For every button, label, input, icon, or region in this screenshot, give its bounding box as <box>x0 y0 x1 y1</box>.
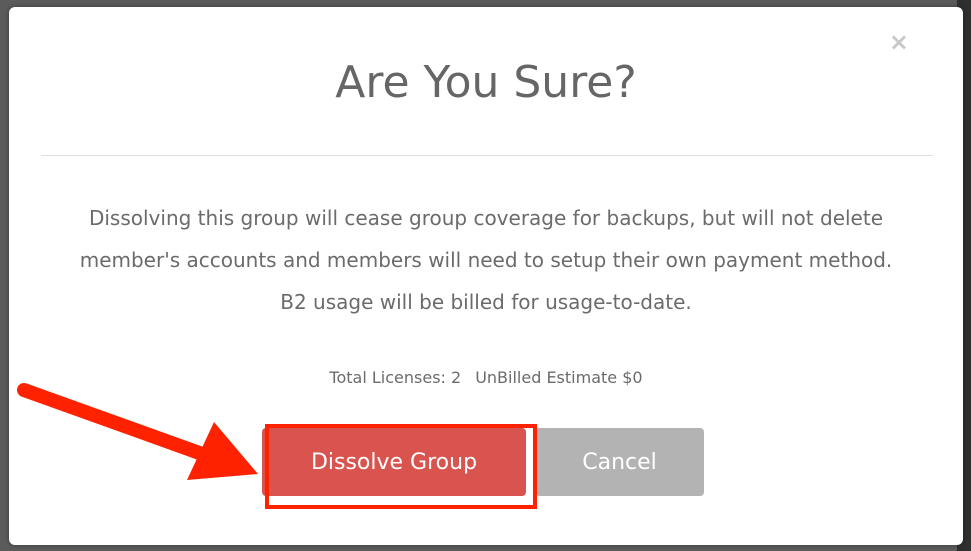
divider <box>41 155 933 156</box>
unbilled-estimate: UnBilled Estimate $0 <box>475 368 643 387</box>
close-icon[interactable]: × <box>889 30 909 54</box>
total-licenses: Total Licenses: 2 <box>329 368 462 387</box>
dialog-title: Are You Sure? <box>335 57 637 108</box>
cancel-button[interactable]: Cancel <box>535 428 704 496</box>
dissolve-group-button[interactable]: Dissolve Group <box>262 428 526 496</box>
totals-line: Total Licenses: 2 UnBilled Estimate $0 <box>9 367 963 389</box>
dialog-message: Dissolving this group will cease group c… <box>79 206 893 314</box>
